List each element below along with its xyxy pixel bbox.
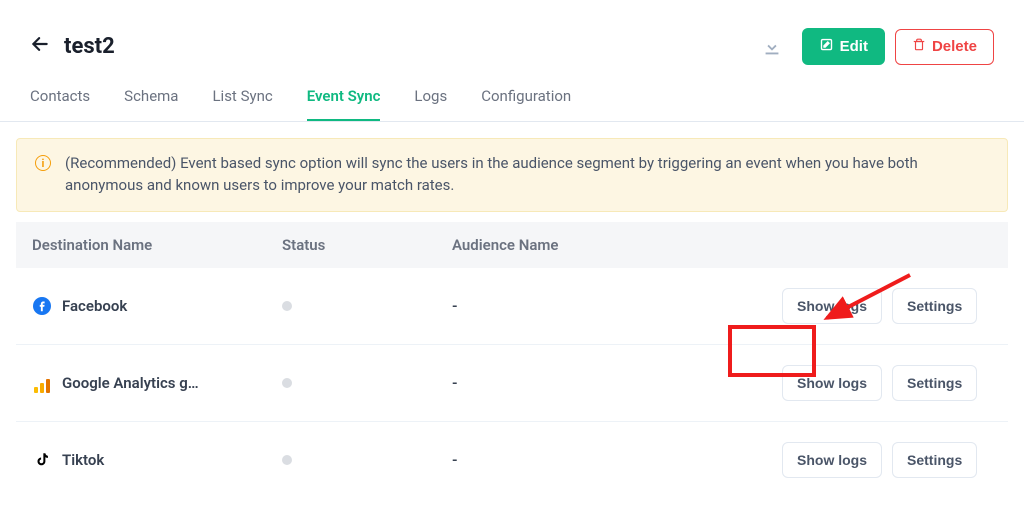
- status-indicator: [282, 455, 292, 465]
- edit-button[interactable]: Edit: [802, 28, 885, 65]
- table-row: Facebook - Show logs Settings: [16, 268, 1008, 345]
- download-icon[interactable]: [760, 35, 784, 59]
- settings-button[interactable]: Settings: [892, 365, 977, 401]
- destination-name: Facebook: [62, 297, 127, 315]
- col-header-destination: Destination Name: [32, 236, 282, 254]
- destination-name: Tiktok: [62, 451, 104, 469]
- info-banner: i (Recommended) Event based sync option …: [16, 138, 1008, 212]
- settings-button[interactable]: Settings: [892, 442, 977, 478]
- tab-event-sync[interactable]: Event Sync: [307, 87, 381, 121]
- table-row: Tiktok - Show logs Settings: [16, 422, 1008, 498]
- tab-logs[interactable]: Logs: [414, 87, 447, 121]
- edit-icon: [819, 37, 834, 56]
- audience-name: -: [452, 451, 782, 469]
- back-button[interactable]: [30, 34, 50, 60]
- show-logs-button[interactable]: Show logs: [782, 288, 882, 324]
- destinations-table: Destination Name Status Audience Name Fa…: [16, 222, 1008, 498]
- tiktok-icon: [32, 450, 52, 470]
- tab-bar: Contacts Schema List Sync Event Sync Log…: [0, 65, 1024, 122]
- delete-button[interactable]: Delete: [895, 29, 994, 65]
- status-indicator: [282, 301, 292, 311]
- trash-icon: [912, 38, 926, 56]
- show-logs-button[interactable]: Show logs: [782, 442, 882, 478]
- edit-button-label: Edit: [840, 38, 868, 55]
- audience-name: -: [452, 374, 782, 392]
- table-row: Google Analytics g… - Show logs Settings: [16, 345, 1008, 422]
- info-icon: i: [35, 155, 51, 171]
- status-indicator: [282, 378, 292, 388]
- tab-configuration[interactable]: Configuration: [481, 87, 571, 121]
- info-text: (Recommended) Event based sync option wi…: [65, 153, 989, 197]
- tab-list-sync[interactable]: List Sync: [212, 87, 272, 121]
- show-logs-button[interactable]: Show logs: [782, 365, 882, 401]
- google-analytics-icon: [32, 373, 52, 393]
- col-header-audience: Audience Name: [452, 236, 782, 254]
- col-header-status: Status: [282, 236, 452, 254]
- facebook-icon: [32, 296, 52, 316]
- delete-button-label: Delete: [932, 38, 977, 55]
- tab-contacts[interactable]: Contacts: [30, 87, 90, 121]
- page-title: test2: [64, 34, 115, 59]
- tab-schema[interactable]: Schema: [124, 87, 178, 121]
- settings-button[interactable]: Settings: [892, 288, 977, 324]
- destination-name: Google Analytics g…: [62, 374, 199, 392]
- audience-name: -: [452, 297, 782, 315]
